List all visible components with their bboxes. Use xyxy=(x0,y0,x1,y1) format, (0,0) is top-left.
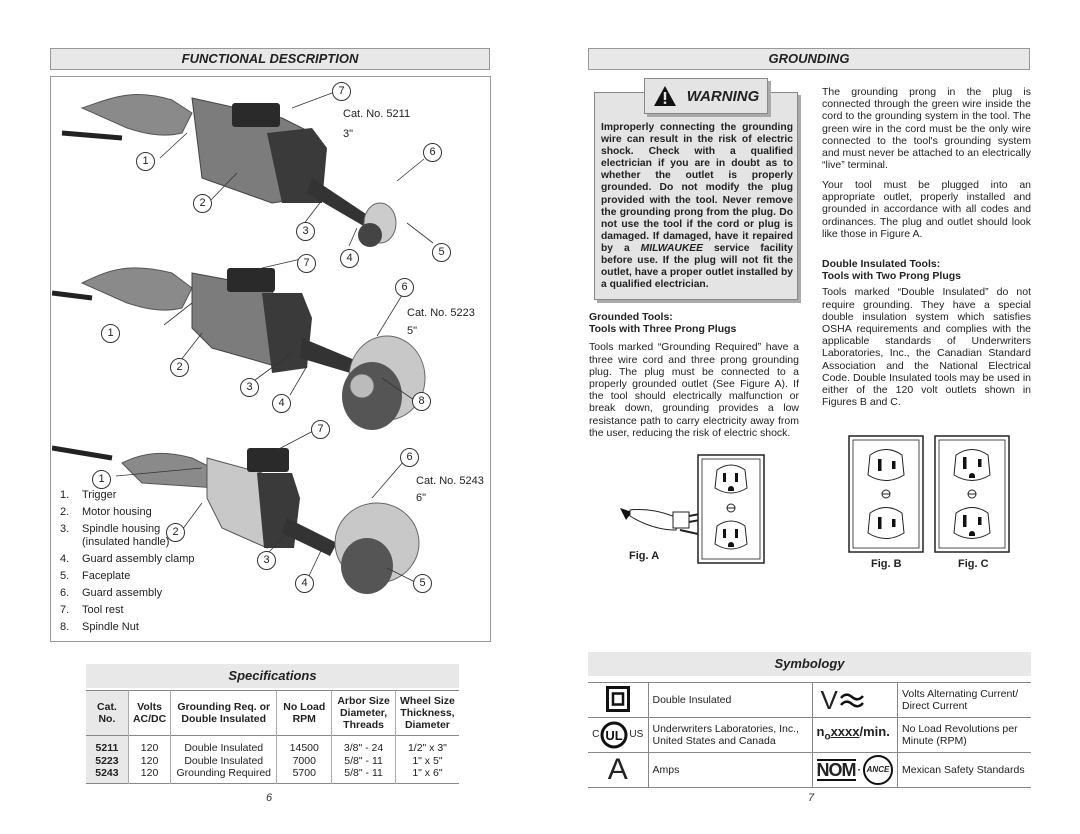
table-row: 5243 120 Grounding Required 5700 5/8" - … xyxy=(86,767,459,783)
svg-text:UL: UL xyxy=(606,728,623,743)
figure-c-label: Fig. C xyxy=(958,558,989,570)
specifications-table: Cat. No. Volts AC/DC Grounding Req. or D… xyxy=(86,690,459,784)
callout-1: 1 xyxy=(101,324,120,343)
callout-6: 6 xyxy=(423,143,442,162)
symbology-row: C UL US Underwriters Laboratories, Inc.,… xyxy=(588,717,1031,753)
grounding-paragraph-2: Your tool must be plugged into an approp… xyxy=(822,179,1031,240)
specifications-heading: Specifications xyxy=(86,664,459,688)
grounding-paragraph-1: The grounding prong in the plug is conne… xyxy=(822,86,1031,172)
callout-5: 5 xyxy=(413,574,432,593)
double-insulated-section: Double Insulated Tools: Tools with Two P… xyxy=(822,258,1031,408)
callout-7: 7 xyxy=(311,420,330,439)
callout-1: 1 xyxy=(136,152,155,171)
symbology-table: Double Insulated V Volts Alternating Cur… xyxy=(588,682,1031,788)
cat-no-5211: Cat. No. 5211 xyxy=(343,108,411,120)
callout-8: 8 xyxy=(412,392,431,411)
warning-text: Improperly connecting the grounding wire… xyxy=(601,122,794,291)
plug-icon xyxy=(620,508,701,535)
three-prong-heading: Tools with Three Prong Plugs xyxy=(589,323,737,336)
callout-5: 5 xyxy=(432,243,451,262)
callout-4: 4 xyxy=(295,574,314,593)
grounded-tools-section: Grounded Tools: Tools with Three Prong P… xyxy=(589,311,799,439)
tool-5223-illustration xyxy=(52,267,426,430)
nom-ance-icon: NOM · ANCE xyxy=(816,755,893,785)
part-item: 2. Motor housing xyxy=(60,506,152,518)
part-item: 7. Tool rest xyxy=(60,604,124,616)
size-5243: 6" xyxy=(416,492,427,504)
warning-triangle-icon xyxy=(653,86,676,106)
functional-description-heading: FUNCTIONAL DESCRIPTION xyxy=(50,48,490,70)
figure-b-label: Fig. B xyxy=(871,558,902,570)
symbology-row: Double Insulated V Volts Alternating Cur… xyxy=(588,682,1031,718)
spec-header: No Load RPM xyxy=(276,690,333,736)
symbology-row: A Amps NOM · ANCE Mexican Safety Standar… xyxy=(588,752,1031,788)
callout-6: 6 xyxy=(395,278,414,297)
part-item: 5. Faceplate xyxy=(60,570,131,582)
symbology-heading: Symbology xyxy=(588,652,1031,676)
callout-3: 3 xyxy=(240,378,259,397)
part-item: 6. Guard assembly xyxy=(60,587,163,599)
table-row: 5211 120 Double Insulated 14500 3/8" - 2… xyxy=(86,735,459,755)
page-number-right: 7 xyxy=(808,792,815,804)
brand-name: MILWAUKEE xyxy=(640,242,703,254)
grounded-tools-text: Tools marked “Grounding Required” have a… xyxy=(589,341,799,439)
grounded-outlet-icon xyxy=(697,454,765,564)
size-5211: 3" xyxy=(343,128,354,140)
part-item: 4. Guard assembly clamp xyxy=(60,553,195,565)
cat-no-5223: Cat. No. 5223 xyxy=(407,307,475,319)
cat-no-5243: Cat. No. 5243 xyxy=(416,475,484,487)
callout-3: 3 xyxy=(257,551,276,570)
part-item: 8. Spindle Nut xyxy=(60,621,139,633)
spec-header-row: Cat. No. Volts AC/DC Grounding Req. or D… xyxy=(86,690,459,736)
figure-b-outlet xyxy=(848,435,924,553)
warning-title: WARNING xyxy=(686,87,760,105)
callout-3: 3 xyxy=(296,222,315,241)
size-5223: 5" xyxy=(407,325,418,337)
callout-7: 7 xyxy=(332,82,351,101)
grounded-tools-heading: Grounded Tools: xyxy=(589,311,673,323)
callout-6: 6 xyxy=(400,448,419,467)
amps-icon: A xyxy=(588,752,649,788)
spec-header: Arbor Size Diameter, Threads xyxy=(331,690,396,736)
part-item: 3. Spindle housing (insulated handle) xyxy=(60,523,170,548)
callout-4: 4 xyxy=(340,249,359,268)
page-number-left: 6 xyxy=(266,792,273,804)
double-insulated-heading: Double Insulated Tools: xyxy=(822,258,941,270)
figure-c-outlet xyxy=(934,435,1010,553)
no-load-rpm-icon: noxxxx/min. xyxy=(816,724,890,743)
ul-listed-icon: C UL US xyxy=(592,721,643,749)
double-insulated-text: Tools marked “Double Insulated” do not r… xyxy=(822,286,1031,409)
double-insulated-icon xyxy=(605,685,630,712)
callout-4: 4 xyxy=(272,394,291,413)
two-prong-heading: Tools with Two Prong Plugs xyxy=(822,270,962,283)
spec-header: Grounding Req. or Double Insulated xyxy=(170,690,278,736)
grounding-heading: GROUNDING xyxy=(588,48,1030,70)
callout-2: 2 xyxy=(170,358,189,377)
spec-header: Wheel Size Thickness, Diameter xyxy=(400,695,455,731)
figure-a-label: Fig. A xyxy=(629,550,660,562)
warning-header: WARNING xyxy=(644,78,768,114)
part-item: 1. Trigger xyxy=(60,489,117,501)
callout-7: 7 xyxy=(297,254,316,273)
callout-2: 2 xyxy=(193,194,212,213)
spec-header: Volts AC/DC xyxy=(128,690,172,736)
table-row: 5223 120 Double Insulated 7000 5/8" - 11… xyxy=(86,754,459,767)
volts-ac-dc-icon: V xyxy=(817,687,894,713)
spec-header: Cat. No. xyxy=(86,690,129,736)
parts-list: 1. Trigger 2. Motor housing 3. Spindle hous… xyxy=(60,487,195,636)
